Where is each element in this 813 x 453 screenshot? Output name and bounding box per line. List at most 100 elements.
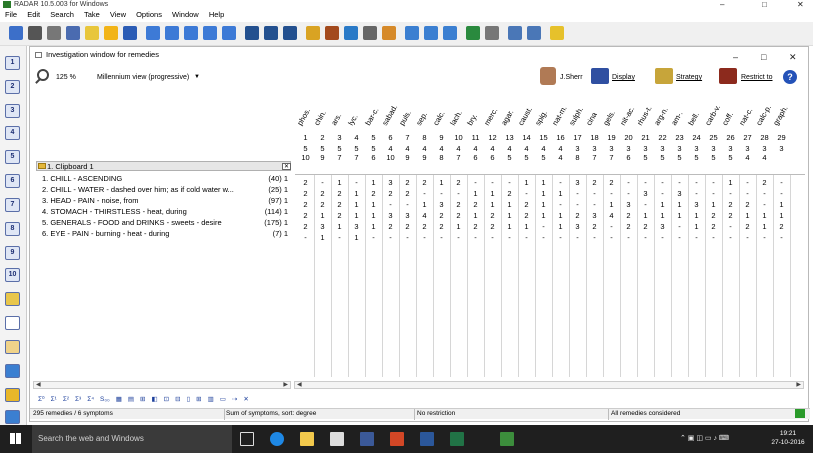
clock[interactable]: 19:21 27-10-2016 <box>765 429 811 447</box>
grid-cell[interactable]: 3 <box>433 200 450 209</box>
grid-cell[interactable]: 1 <box>552 222 569 231</box>
help-icon[interactable] <box>550 26 564 40</box>
help-button[interactable]: ? <box>783 70 797 84</box>
bar-chart-icon[interactable] <box>245 26 259 40</box>
scroll-left-icon[interactable]: ◀ <box>36 381 41 388</box>
grid-cell[interactable]: - <box>518 233 535 242</box>
grid-cell[interactable]: - <box>603 189 620 198</box>
analysis-tool-button[interactable]: ▭ <box>220 396 226 403</box>
grid-cell[interactable]: 2 <box>518 200 535 209</box>
grid-cell[interactable]: 2 <box>705 211 722 220</box>
grid-cell[interactable]: 2 <box>484 222 501 231</box>
grid-cell[interactable]: 2 <box>603 178 620 187</box>
grid-cell[interactable]: - <box>705 189 722 198</box>
grid-cell[interactable]: - <box>756 233 773 242</box>
analysis-tool-button[interactable]: Σ² <box>63 396 69 403</box>
inv-minimize-button[interactable]: – <box>733 49 738 65</box>
grid-cell[interactable]: 1 <box>365 222 382 231</box>
folder-edit-icon[interactable] <box>203 26 217 40</box>
grid-cell[interactable]: - <box>552 178 569 187</box>
scroll-right-icon[interactable]: ▶ <box>283 381 288 388</box>
display-icon[interactable] <box>591 68 609 84</box>
remedy-name[interactable]: caust. <box>516 105 534 127</box>
remedy-name[interactable]: cina <box>584 111 599 127</box>
analysis-tool-button[interactable]: Σ³ <box>75 396 81 403</box>
file-explorer-icon[interactable] <box>300 432 314 446</box>
grid-cell[interactable]: - <box>603 222 620 231</box>
clipboard-10-button[interactable]: 10 <box>5 268 20 282</box>
grid-cell[interactable]: - <box>467 178 484 187</box>
grid-cell[interactable]: - <box>484 178 501 187</box>
display-button[interactable]: Display <box>612 74 635 81</box>
grid-cell[interactable]: 2 <box>739 222 756 231</box>
grid-cell[interactable]: - <box>433 189 450 198</box>
grid-cell[interactable]: 1 <box>552 211 569 220</box>
grid-cell[interactable]: - <box>399 233 416 242</box>
remedy-name[interactable]: sulph. <box>567 105 585 127</box>
grid-cell[interactable]: - <box>518 189 535 198</box>
grid-cell[interactable]: 1 <box>654 200 671 209</box>
remedy-name[interactable]: lyc. <box>346 113 359 127</box>
folder-icon[interactable] <box>146 26 160 40</box>
menu-file[interactable]: File <box>5 10 17 19</box>
grid-cell[interactable]: - <box>552 233 569 242</box>
grid-cell[interactable]: - <box>688 189 705 198</box>
clipboard-8-button[interactable]: 8 <box>5 222 20 236</box>
compare-icon[interactable] <box>283 26 297 40</box>
grid-cell[interactable]: 3 <box>586 211 603 220</box>
grid-cell[interactable]: 1 <box>314 211 331 220</box>
bulb-icon[interactable] <box>85 26 99 40</box>
remedy-name[interactable]: bar-c. <box>363 106 380 127</box>
grid-cell[interactable]: - <box>671 222 688 231</box>
grid-cell[interactable]: - <box>620 233 637 242</box>
remedy-name[interactable]: nit-ac. <box>618 105 636 127</box>
grid-cell[interactable]: 1 <box>739 211 756 220</box>
notes-icon[interactable] <box>424 26 438 40</box>
grid-cell[interactable]: 2 <box>637 222 654 231</box>
chart-icon[interactable] <box>5 364 20 378</box>
grid-cell[interactable]: 3 <box>399 211 416 220</box>
grid-cell[interactable]: - <box>654 189 671 198</box>
grid-cell[interactable]: 3 <box>348 222 365 231</box>
grid-cell[interactable]: - <box>739 178 756 187</box>
grid-cell[interactable]: 2 <box>365 189 382 198</box>
grid-cell[interactable]: 1 <box>501 200 518 209</box>
grid-cell[interactable]: - <box>756 200 773 209</box>
target-icon[interactable] <box>344 26 358 40</box>
grid-cell[interactable]: 1 <box>348 200 365 209</box>
grid-cell[interactable]: 1 <box>348 211 365 220</box>
symptom-row[interactable]: 4. STOMACH - THIRSTLESS - heat, during (1… <box>42 206 292 217</box>
grid-cell[interactable]: 2 <box>297 211 314 220</box>
grid-cell[interactable]: 1 <box>671 211 688 220</box>
grid-cell[interactable]: 2 <box>722 200 739 209</box>
excel-icon[interactable] <box>450 432 464 446</box>
inv-close-button[interactable]: ✕ <box>789 49 797 65</box>
grid-cell[interactable]: - <box>637 200 654 209</box>
grid-cell[interactable]: - <box>331 233 348 242</box>
analysis-tool-button[interactable]: ◧ <box>152 396 158 403</box>
start-button[interactable] <box>0 425 32 453</box>
grid-cell[interactable]: 1 <box>501 211 518 220</box>
find-icon[interactable] <box>47 26 61 40</box>
grid-cell[interactable]: 2 <box>297 222 314 231</box>
grid-cell[interactable]: 1 <box>450 222 467 231</box>
grid-cell[interactable]: 1 <box>314 233 331 242</box>
inv-maximize-button[interactable]: □ <box>761 49 766 65</box>
grid-cell[interactable]: 2 <box>773 222 790 231</box>
grid-cell[interactable]: - <box>637 178 654 187</box>
remedy-name[interactable]: chin. <box>312 109 328 127</box>
grid-cell[interactable]: - <box>773 189 790 198</box>
grid-cell[interactable]: 2 <box>314 200 331 209</box>
grid-cell[interactable]: 1 <box>535 178 552 187</box>
restrict-button[interactable]: Restrict to <box>741 74 773 81</box>
facebook-icon[interactable] <box>360 432 374 446</box>
avatar[interactable] <box>540 67 556 85</box>
remedy-name[interactable]: gels. <box>601 109 617 127</box>
grid-cell[interactable]: 1 <box>773 200 790 209</box>
grid-cell[interactable]: 3 <box>569 222 586 231</box>
grid-cell[interactable]: 2 <box>450 211 467 220</box>
clipboard-7-button[interactable]: 7 <box>5 198 20 212</box>
remedy-name[interactable]: agar. <box>499 108 515 127</box>
pencil-icon[interactable] <box>5 316 20 330</box>
remedy-name[interactable]: arg-n. <box>652 106 670 127</box>
